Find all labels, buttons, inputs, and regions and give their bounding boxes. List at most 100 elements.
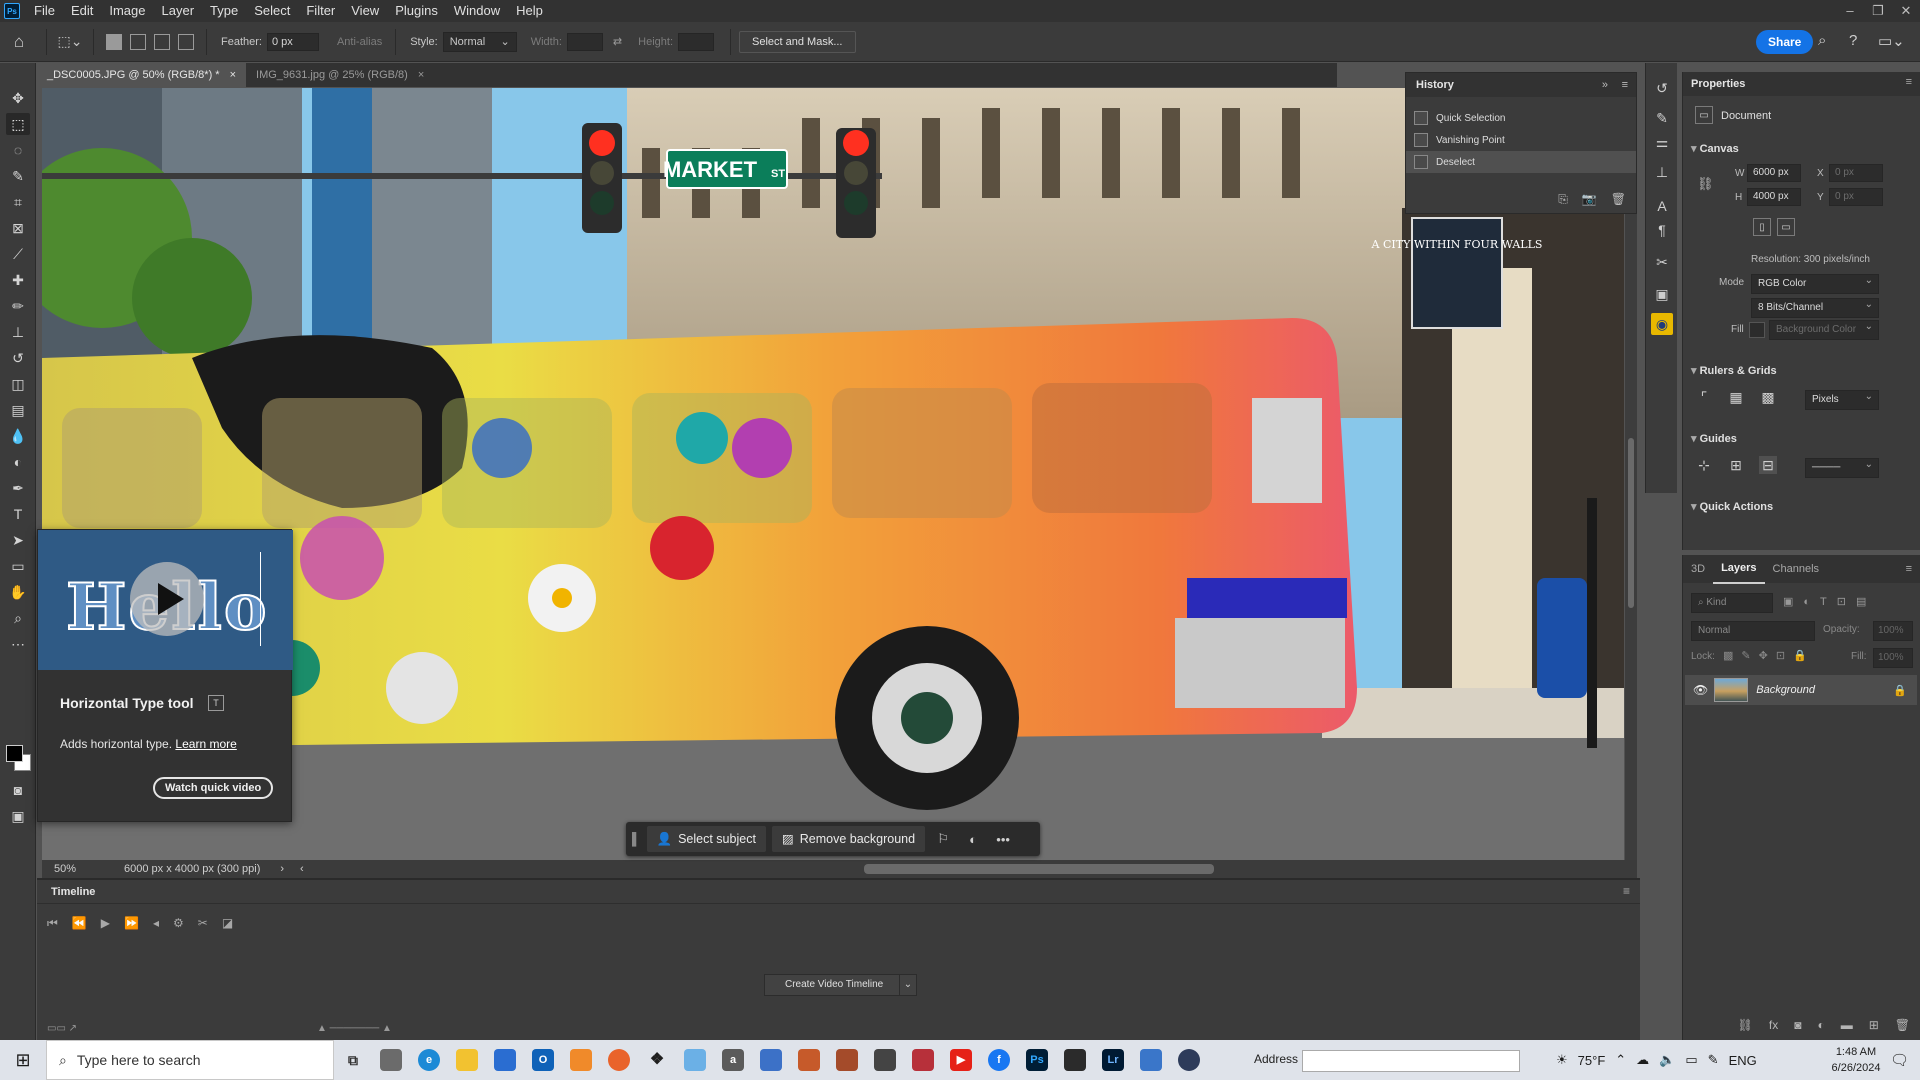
intersect-selection-icon[interactable] [178,33,194,50]
height-input[interactable] [678,32,714,51]
amazon-icon[interactable]: a [714,1040,752,1080]
share-button[interactable]: Share [1756,30,1814,54]
ruler-icon[interactable]: ⌜ [1695,388,1713,406]
brush-settings-icon[interactable]: ✎ [1651,107,1673,129]
menu-help[interactable]: Help [508,0,551,22]
close-icon[interactable]: × [230,63,236,86]
hand-tool-icon[interactable]: ✋ [6,581,30,603]
play-icon[interactable] [130,562,204,636]
store-icon[interactable] [486,1040,524,1080]
frame-mode-icon[interactable]: ▭▭ ↗ [47,1023,77,1034]
type-tool-icon[interactable]: T [6,503,30,525]
fill-swatch[interactable] [1749,322,1765,338]
antialias-checkbox[interactable]: Anti-alias [337,36,382,48]
dropbox-icon[interactable]: ❖ [638,1040,676,1080]
workspace-icon[interactable]: ▭⌄ [1878,32,1905,50]
trash-icon[interactable]: 🗑 [1611,192,1626,207]
character-icon[interactable]: A [1651,195,1673,217]
healing-brush-icon[interactable]: ✚ [6,269,30,291]
brush-tool-icon[interactable]: ✏ [6,295,30,317]
dodge-tool-icon[interactable]: ◐ [6,451,30,473]
split-icon[interactable]: ✂ [198,916,208,931]
guides-icon[interactable]: ⊹ [1695,456,1713,474]
width-input[interactable] [566,32,603,51]
blur-tool-icon[interactable]: 💧 [6,425,30,447]
add-selection-icon[interactable] [130,33,146,50]
restore-button[interactable]: ❐ [1864,0,1892,22]
landscape-icon[interactable]: ▭ [1777,218,1795,236]
volume-icon[interactable]: 🔈 [1659,1052,1675,1068]
home-icon[interactable]: ⌂ [0,22,38,62]
remove-background-button[interactable]: ▨ Remove background [771,826,926,852]
paragraph-icon[interactable]: ¶ [1651,219,1673,241]
weather-temp[interactable]: 75°F [1578,1053,1606,1068]
swap-icon[interactable]: ⇄ [613,35,622,48]
firefox-icon[interactable] [600,1040,638,1080]
units-select[interactable]: Pixels [1805,388,1879,410]
tab-dsc0005[interactable]: _DSC0005.JPG @ 50% (RGB/8*) * × [37,63,247,87]
opacity-field[interactable]: 100% [1873,621,1913,641]
app-icon[interactable] [752,1040,790,1080]
plugin-eye-icon[interactable]: ◉ [1651,313,1673,335]
y-field[interactable]: 0 px [1829,188,1883,206]
chevron-right-icon[interactable]: › [280,863,284,875]
outlook-icon[interactable]: O [524,1040,562,1080]
taskbar-search[interactable]: ⌕ Type here to search [46,1040,334,1080]
fx-icon[interactable]: fx [1769,1018,1778,1032]
chevron-left-icon[interactable]: ‹ [300,863,304,875]
lock-icons[interactable]: ▩✎✥⊡🔒 [1723,649,1815,662]
watch-video-button[interactable]: Watch quick video [153,777,274,799]
tools-preset-icon[interactable]: ✂ [1651,251,1673,273]
new-document-icon[interactable]: ⎘ [1558,192,1568,207]
guides-section[interactable]: Guides [1691,432,1737,445]
adjustment-layer-icon[interactable]: ◐ [1817,1018,1824,1032]
app-icon[interactable] [372,1040,410,1080]
panel-menu-icon[interactable]: ≡ [1906,76,1912,88]
move-tool-icon[interactable]: ✥ [6,87,30,109]
app-icon[interactable] [904,1040,942,1080]
create-video-timeline-button[interactable]: Create Video Timeline [764,974,905,996]
pixel-grid-icon[interactable]: ▩ [1759,388,1777,406]
history-panel-icon[interactable]: ↺ [1651,77,1673,99]
new-guide-icon[interactable]: ⊟ [1759,456,1777,474]
minimize-button[interactable]: – [1836,0,1864,22]
settings-icon[interactable]: ⚙ [173,916,184,931]
tip-video-preview[interactable]: Hello [38,530,293,670]
pin-icon[interactable]: ⚐ [931,831,955,847]
lock-icon[interactable]: 🔒 [1893,684,1907,697]
x-field[interactable]: 0 px [1829,164,1883,182]
rulers-grids-section[interactable]: Rulers & Grids [1691,364,1777,377]
rect-marquee-tool-icon[interactable]: ⬚ [6,113,30,135]
eraser-tool-icon[interactable]: ◫ [6,373,30,395]
width-field[interactable]: 6000 px [1747,164,1801,182]
history-item[interactable]: Deselect [1406,151,1636,173]
quick-selection-tool-icon[interactable]: ✎ [6,165,30,187]
bit-depth-select[interactable]: 8 Bits/Channel [1751,296,1879,318]
layer-row[interactable]: 👁 Background 🔒 [1685,675,1917,705]
next-frame-icon[interactable]: ⏩ [124,916,139,931]
history-brush-icon[interactable]: ↺ [6,347,30,369]
menu-layer[interactable]: Layer [154,0,203,22]
select-and-mask-button[interactable]: Select and Mask... [739,30,856,53]
chevron-up-icon[interactable]: ⌃ [1615,1052,1626,1068]
height-field[interactable]: 4000 px [1747,188,1801,206]
language-indicator[interactable]: ENG [1729,1053,1757,1068]
facebook-icon[interactable]: f [980,1040,1018,1080]
first-frame-icon[interactable]: ⏮ [47,916,58,931]
rectangle-tool-icon[interactable]: ▭ [6,555,30,577]
history-item[interactable]: Vanishing Point [1406,129,1636,151]
mode-select[interactable]: RGB Color [1751,272,1879,294]
menu-edit[interactable]: Edit [63,0,101,22]
frame-tool-icon[interactable]: ⊠ [6,217,30,239]
history-item[interactable]: Quick Selection [1406,107,1636,129]
photoshop-icon[interactable]: Ps [1018,1040,1056,1080]
tab-channels[interactable]: Channels [1765,555,1827,583]
tab-img9631[interactable]: IMG_9631.jpg @ 25% (RGB/8) × [246,63,434,87]
app-icon[interactable] [1170,1040,1208,1080]
fill-select[interactable]: Background Color [1769,318,1879,340]
zoom-level[interactable]: 50% [54,863,114,875]
subtract-selection-icon[interactable] [154,33,170,50]
app-icon[interactable] [828,1040,866,1080]
grid-icon[interactable]: ▦ [1727,388,1745,406]
app-icon[interactable] [790,1040,828,1080]
